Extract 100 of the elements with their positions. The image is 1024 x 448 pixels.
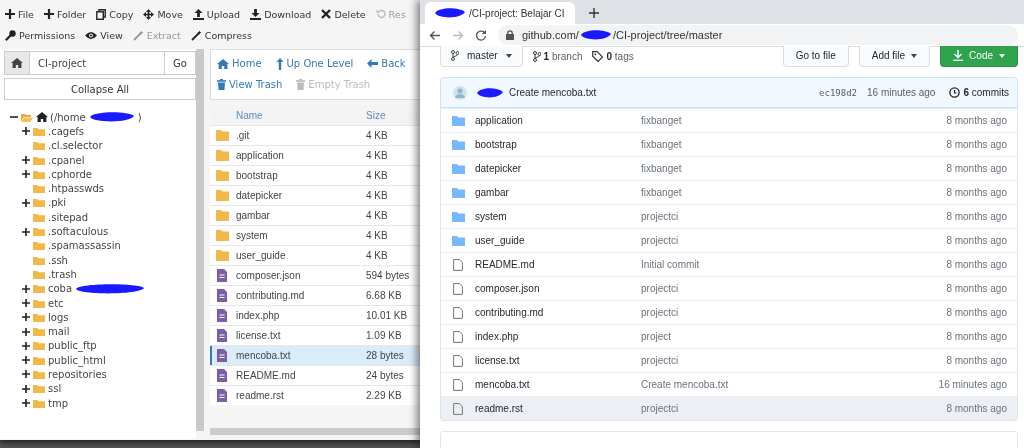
commits-link[interactable]: 6 commits xyxy=(949,87,1009,98)
plus-icon xyxy=(43,9,54,19)
table-cell-text: 8 months ago xyxy=(946,307,1008,318)
scrollbar[interactable] xyxy=(210,428,420,435)
commit-link[interactable]: Create mencoba.txt xyxy=(641,379,939,390)
file-row[interactable]: composer.json projectci 8 months ago xyxy=(441,276,1017,300)
file-link[interactable]: mencoba.txt xyxy=(473,379,641,390)
browser-tab[interactable]: /CI-project: Belajar CI xyxy=(425,2,575,24)
commit-link[interactable]: projectci xyxy=(641,307,947,318)
nav-link[interactable]: Home xyxy=(217,58,262,69)
toolbar-button[interactable]: Folder xyxy=(43,8,87,20)
tree-item[interactable]: .spamassassin xyxy=(22,238,121,253)
nav-link[interactable]: Up One Level xyxy=(275,57,354,70)
table-cell-text: application xyxy=(235,150,285,161)
file-link[interactable]: application xyxy=(473,115,641,126)
toolbar-button[interactable]: Move xyxy=(143,8,183,20)
file-link[interactable]: index.php xyxy=(473,331,641,342)
collapse-all-button[interactable]: Collapse All xyxy=(4,78,196,100)
file-link[interactable]: license.txt xyxy=(473,355,641,366)
file-link[interactable]: system xyxy=(473,211,641,222)
toolbar-button[interactable]: Permissions xyxy=(5,29,76,41)
commit-link[interactable]: fixbanget xyxy=(641,139,947,150)
tree-item[interactable]: .ssh xyxy=(22,252,68,268)
branch-button[interactable]: master xyxy=(440,45,523,67)
commit-message[interactable]: Create mencoba.txt xyxy=(509,87,597,98)
go-button[interactable]: Go xyxy=(164,52,195,74)
toolbar-button[interactable]: Download xyxy=(250,8,312,20)
commit-link[interactable]: projectci xyxy=(641,235,947,246)
wand-icon xyxy=(132,29,144,41)
file-link[interactable]: README.md xyxy=(473,259,641,270)
commit-link[interactable]: project xyxy=(641,331,947,342)
commit-link[interactable]: projectci xyxy=(641,403,947,414)
nav-link[interactable]: Back xyxy=(367,58,406,69)
address-bar[interactable]: github.com/ /CI-project/tree/master xyxy=(498,25,1018,45)
tree-item[interactable]: .trash xyxy=(22,267,77,282)
tags-link[interactable]: 0 tags xyxy=(592,50,634,62)
nav-link[interactable]: View Trash xyxy=(217,79,283,90)
toolbar-button[interactable]: Copy xyxy=(96,8,134,20)
tree-item[interactable]: public_html xyxy=(22,353,106,368)
caret-icon xyxy=(911,53,918,58)
commit-link[interactable]: projectci xyxy=(641,211,947,222)
file-row[interactable]: gambar fixbanget 8 months ago xyxy=(441,180,1017,204)
file-row[interactable]: mencoba.txt 28 bytes xyxy=(210,345,420,365)
home-icon xyxy=(36,112,48,123)
toolbar-button[interactable]: Delete xyxy=(321,8,366,20)
commit-link[interactable]: fixbanget xyxy=(641,187,947,198)
file-row[interactable]: application fixbanget 8 months ago xyxy=(441,108,1017,132)
file-row[interactable]: README.md Initial commit 8 months ago xyxy=(441,252,1017,276)
toolbar-button[interactable]: Compress xyxy=(190,29,252,41)
tree-item[interactable]: logs xyxy=(22,310,69,325)
file-link[interactable]: bootstrap xyxy=(473,139,641,150)
tree-item[interactable]: .cl.selector xyxy=(22,138,103,153)
commit-hash[interactable]: ec198d2 xyxy=(819,87,858,98)
file-row[interactable]: index.php project 8 months ago xyxy=(441,324,1017,348)
tree-item[interactable]: .htpasswds xyxy=(22,181,105,196)
tree-item[interactable]: public_ftp xyxy=(22,338,97,354)
trash-icon xyxy=(296,79,306,90)
tree-item[interactable]: coba xyxy=(22,281,147,296)
path-field[interactable]: CI-project Go xyxy=(4,51,196,75)
file-row[interactable]: contributing.md projectci 8 months ago xyxy=(441,300,1017,324)
file-link[interactable]: datepicker xyxy=(473,163,641,174)
file-row[interactable]: datepicker fixbanget 8 months ago xyxy=(441,156,1017,180)
commit-link[interactable]: projectci xyxy=(641,355,947,366)
tree-item[interactable]: .cpanel xyxy=(22,152,85,168)
toolbar-button[interactable]: Add file xyxy=(858,45,931,67)
commit-link[interactable]: fixbanget xyxy=(641,163,947,174)
home-button[interactable] xyxy=(5,52,30,74)
file-link[interactable]: gambar xyxy=(473,187,641,198)
tree-item[interactable]: repositories xyxy=(22,367,107,382)
scrollbar[interactable] xyxy=(196,49,204,431)
table-cell-text: 8 months ago xyxy=(946,259,1008,270)
tree-item[interactable]: .cphorde xyxy=(22,167,92,182)
commit-link[interactable]: projectci xyxy=(641,283,947,294)
file-link[interactable]: readme.rst xyxy=(473,403,641,414)
file-row[interactable]: user_guide projectci 8 months ago xyxy=(441,228,1017,252)
tree-item[interactable]: .cagefs xyxy=(22,124,85,139)
toolbar-button[interactable]: Go to file xyxy=(782,45,849,67)
file-row[interactable]: bootstrap fixbanget 8 months ago xyxy=(441,132,1017,156)
file-row[interactable]: readme.rst projectci 8 months ago xyxy=(441,396,1017,420)
commit-link[interactable]: fixbanget xyxy=(641,115,947,126)
tree-item[interactable]: (/home ) xyxy=(10,110,142,125)
tree-item[interactable]: mail xyxy=(22,324,70,339)
folder-icon xyxy=(215,170,229,181)
tree-item[interactable]: .softaculous xyxy=(22,224,109,239)
commit-link[interactable]: Initial commit xyxy=(641,259,947,270)
toolbar-button[interactable]: View xyxy=(85,29,123,41)
table-cell-text: bootstrap xyxy=(235,170,279,181)
tree-item[interactable]: .sitepad xyxy=(22,210,89,225)
toolbar-button[interactable]: File xyxy=(5,8,34,20)
tree-item[interactable]: ssl xyxy=(22,381,62,396)
tree-item[interactable]: etc xyxy=(22,295,64,311)
tree-item[interactable]: .pki xyxy=(22,195,67,211)
file-link[interactable]: contributing.md xyxy=(473,307,641,318)
branches-link[interactable]: 1 branch xyxy=(532,50,583,62)
file-row[interactable]: system projectci 8 months ago xyxy=(441,204,1017,228)
toolbar-button[interactable]: Upload xyxy=(192,8,241,20)
tree-item[interactable]: tmp xyxy=(22,395,68,411)
file-link[interactable]: user_guide xyxy=(473,235,641,246)
file-link[interactable]: composer.json xyxy=(473,283,641,294)
file-row[interactable]: license.txt projectci 8 months ago xyxy=(441,348,1017,372)
